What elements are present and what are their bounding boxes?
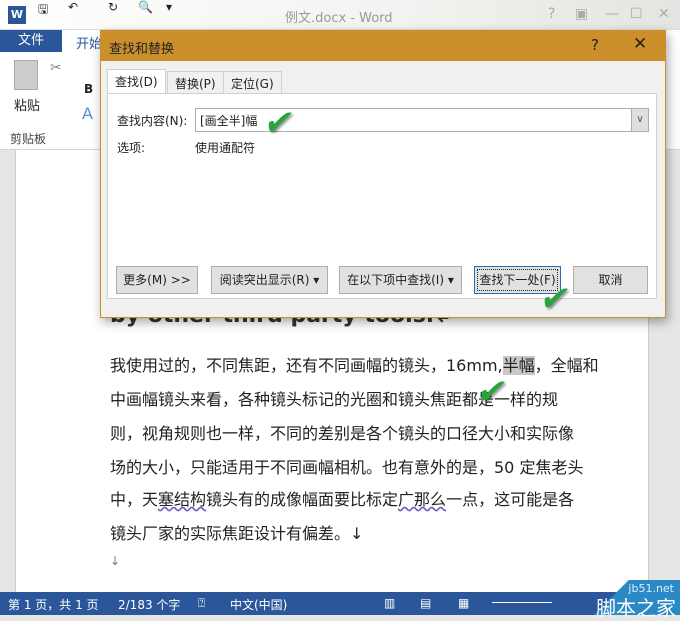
reading-highlight-button[interactable]: 阅读突出显示(R) ▾ (211, 266, 328, 294)
doc-line: 镜头厂家的实际焦距设计有偏差。↓ (110, 524, 364, 543)
find-in-button[interactable]: 在以下项中查找(I) ▾ (339, 266, 462, 294)
web-layout-icon[interactable]: ▦ (458, 596, 469, 610)
word-icon: W (8, 6, 26, 24)
find-what-label: 查找内容(N): (117, 114, 188, 128)
maximize-icon[interactable]: ☐ (630, 6, 643, 22)
text-effects-button[interactable]: A (82, 104, 93, 123)
undo-icon[interactable]: ↶ (68, 0, 78, 14)
tab-goto[interactable]: 定位(G) (223, 71, 282, 93)
tab-replace[interactable]: 替换(P) (167, 71, 224, 93)
paste-icon[interactable] (14, 60, 38, 90)
dialog-close-icon[interactable]: ✕ (633, 34, 647, 54)
word-count[interactable]: 2/183 个字 (118, 596, 180, 613)
clipboard-group-label: 剪贴板 (10, 132, 47, 146)
print-preview-icon[interactable]: 🔍 (138, 0, 153, 14)
doc-line: ↓ (110, 554, 121, 568)
dialog-title-bar[interactable] (101, 31, 665, 61)
customize-qat-icon[interactable]: ▾ (166, 0, 172, 14)
cut-icon[interactable]: ✂ (50, 60, 62, 76)
bold-button[interactable]: B (84, 82, 93, 96)
print-layout-icon[interactable]: ▤ (420, 596, 431, 610)
find-replace-dialog: 查找和替换 ? ✕ 查找(D) 替换(P) 定位(G) 查找内容(N): [画全… (100, 30, 666, 319)
ribbon-display-icon[interactable]: ▣ (575, 6, 588, 22)
close-icon[interactable]: ✕ (658, 6, 670, 22)
zoom-slider[interactable] (492, 602, 552, 603)
doc-line: 场的大小，只能适用于不同画幅相机。也有意外的是，50 定焦老头 (110, 458, 584, 477)
dialog-help-icon[interactable]: ? (591, 36, 599, 54)
minimize-icon[interactable]: — (605, 6, 619, 22)
redo-icon[interactable]: ↻ (108, 0, 118, 14)
language[interactable]: 中文(中国) (230, 596, 287, 613)
window-title: 例文.docx - Word (285, 11, 393, 26)
more-button[interactable]: 更多(M) >> (116, 266, 198, 294)
doc-line: 我使用过的，不同焦距，还有不同画幅的镜头，16mm,半幅，全幅和 (110, 356, 599, 375)
dialog-title: 查找和替换 (109, 42, 175, 57)
doc-line: 中，天塞结构镜头有的成像幅面要比标定广那么一点，这可能是各 (110, 490, 575, 509)
cancel-button[interactable]: 取消 (573, 266, 648, 294)
paste-button[interactable]: 粘贴 (14, 95, 40, 114)
save-icon[interactable]: 🖫 (38, 0, 48, 21)
page-count[interactable]: 第 1 页，共 1 页 (8, 596, 99, 613)
find-what-value: [画全半]幅 (200, 114, 258, 128)
tab-file[interactable]: 文件 (0, 30, 62, 52)
tab-find[interactable]: 查找(D) (107, 69, 166, 93)
watermark-name: 脚本之家 (596, 596, 676, 620)
options-label: 选项: (117, 141, 146, 155)
options-value: 使用通配符 (195, 141, 256, 155)
chevron-down-icon[interactable]: ∨ (631, 109, 648, 131)
read-mode-icon[interactable]: ▥ (384, 596, 395, 610)
tab-home[interactable]: 开始 (76, 33, 102, 52)
help-icon[interactable]: ? (548, 6, 555, 22)
proofing-icon[interactable]: ⍰ (198, 596, 205, 611)
doc-line: 则，视角规则也一样，不同的差别是各个镜头的口径大小和实际像 (110, 424, 575, 443)
